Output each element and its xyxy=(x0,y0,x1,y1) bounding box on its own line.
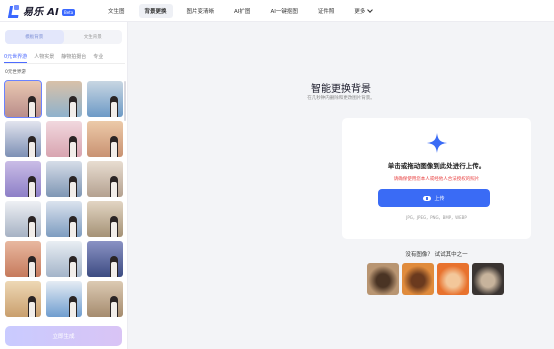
model-figure xyxy=(69,296,77,317)
model-figure xyxy=(28,296,36,317)
tab-template-background[interactable]: 模板背景 xyxy=(5,30,64,44)
model-figure xyxy=(69,176,77,197)
category-tabs: 0元世界游 人物实景 静物拍摄台 专业 xyxy=(4,53,125,63)
upload-button[interactable]: 上传 xyxy=(378,189,490,207)
thumb-night-city[interactable] xyxy=(87,241,123,277)
thumb-burj-khalifa[interactable] xyxy=(46,201,82,237)
model-figure xyxy=(28,216,36,237)
nav-item-image-enhance[interactable]: 图片变清晰 xyxy=(181,4,221,18)
samples-title: 没有图像？ 试试其中之一 xyxy=(405,252,468,258)
chevron-down-icon xyxy=(367,6,374,13)
logo-mark-icon xyxy=(9,5,20,16)
thumb-colosseum[interactable] xyxy=(87,281,123,317)
logo-text: 易乐 AI xyxy=(23,7,59,18)
template-grid xyxy=(4,80,123,317)
thumb-taj-mahal[interactable] xyxy=(46,241,82,277)
tab-text-to-background[interactable]: 文生背景 xyxy=(64,30,123,44)
category-tab-still-life[interactable]: 静物拍摄台 xyxy=(61,53,86,62)
main-nav: 文生图 背景更换 图片变清晰 AI扩图 AI一键抠图 证件照 更多 xyxy=(102,0,386,22)
upload-warning: 请确保使用您本人或经他人合法授权的照片 xyxy=(393,177,480,182)
thumb-eiffel-tower[interactable] xyxy=(87,161,123,197)
sparkle-icon xyxy=(427,133,447,153)
thumb-cherry-blossom[interactable] xyxy=(46,121,82,157)
thumb-santorini[interactable] xyxy=(46,281,82,317)
thumb-snow-village[interactable] xyxy=(5,201,41,237)
thumb-golden-gate[interactable] xyxy=(5,241,41,277)
thumb-balloons[interactable] xyxy=(46,81,82,117)
model-figure xyxy=(69,96,77,117)
model-figure xyxy=(110,136,118,157)
thumb-venice[interactable] xyxy=(87,201,123,237)
upload-button-label: 上传 xyxy=(434,195,445,202)
nav-item-ai-expand[interactable]: AI扩图 xyxy=(228,4,256,18)
generate-button[interactable]: 立即生成 xyxy=(5,326,122,346)
category-tab-portrait-scene[interactable]: 人物实景 xyxy=(34,53,54,62)
thumb-desert-sunset[interactable] xyxy=(87,121,123,157)
template-sidebar: 模板背景 文生背景 0元世界游 人物实景 静物拍摄台 专业 0元世界游 立即生成 xyxy=(0,22,128,349)
cloud-upload-icon xyxy=(423,195,432,201)
thumb-sunset-balcony[interactable] xyxy=(4,80,42,118)
top-bar: 易乐 AI Beta 文生图 背景更换 图片变清晰 AI扩图 AI一键抠图 证件… xyxy=(0,0,554,22)
model-figure xyxy=(69,136,77,157)
upload-title: 单击或拖动图像到此处进行上传。 xyxy=(387,162,486,170)
model-figure xyxy=(28,96,36,117)
nav-item-ai-cutout[interactable]: AI一键抠图 xyxy=(264,4,303,18)
page-title: 智能更换背景 xyxy=(311,84,371,95)
logo[interactable]: 易乐 AI Beta xyxy=(9,3,91,18)
nav-item-background-replace[interactable]: 背景更换 xyxy=(138,3,173,18)
nav-more-label: 更多 xyxy=(354,8,366,15)
model-figure xyxy=(110,176,118,197)
thumb-city-skyline[interactable] xyxy=(46,161,82,197)
supported-formats: JPG，JPEG，PNG，BMP，WEBP xyxy=(406,215,467,220)
model-figure xyxy=(28,256,36,277)
logo-badge: Beta xyxy=(61,9,76,16)
sample-woman-orange[interactable] xyxy=(402,263,434,295)
model-figure xyxy=(110,296,118,317)
nav-item-text-to-image[interactable]: 文生图 xyxy=(102,4,131,18)
section-title: 0元世界游 xyxy=(5,70,26,75)
thumb-lavender[interactable] xyxy=(5,161,41,197)
category-tab-world-tour[interactable]: 0元世界游 xyxy=(4,53,28,63)
model-figure xyxy=(110,256,118,277)
sidebar-scrollbar[interactable] xyxy=(124,81,126,121)
upload-dropzone[interactable]: 单击或拖动图像到此处进行上传。 请确保使用您本人或经他人合法授权的照片 上传 J… xyxy=(342,118,531,239)
sample-woman-dark[interactable] xyxy=(472,263,504,295)
category-tab-professional[interactable]: 专业 xyxy=(93,53,103,62)
nav-item-id-photo[interactable]: 证件照 xyxy=(312,4,341,18)
sample-dog[interactable] xyxy=(437,263,469,295)
sample-images xyxy=(367,263,507,295)
thumb-pyramids[interactable] xyxy=(5,281,41,317)
category-divider xyxy=(4,63,125,64)
model-figure xyxy=(69,216,77,237)
nav-more-dropdown[interactable]: 更多 xyxy=(348,4,378,18)
mode-tabs: 模板背景 文生背景 xyxy=(5,30,122,44)
model-figure xyxy=(28,136,36,157)
sample-perfume[interactable] xyxy=(367,263,399,295)
thumb-christ-statue[interactable] xyxy=(87,81,123,117)
thumb-mount-fuji[interactable] xyxy=(5,121,41,157)
model-figure xyxy=(69,256,77,277)
page-subtitle: 在几秒钟内删除和更改图片背景。 xyxy=(307,96,375,101)
model-figure xyxy=(110,216,118,237)
model-figure xyxy=(110,96,118,117)
model-figure xyxy=(28,176,36,197)
